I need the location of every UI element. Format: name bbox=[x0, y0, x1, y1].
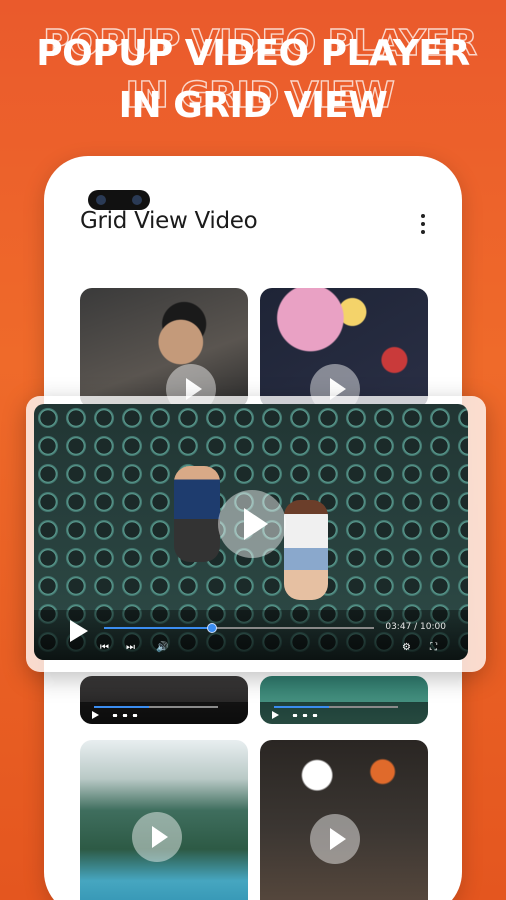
headline-text-2: IN GRID VIEW bbox=[118, 85, 388, 126]
video-thumbnail-mountain[interactable] bbox=[80, 740, 248, 900]
video-thumbnail-drink[interactable] bbox=[260, 288, 428, 408]
video-thumbnail-dark-scene[interactable] bbox=[80, 676, 248, 724]
play-icon[interactable] bbox=[92, 711, 99, 719]
headline-line-2: IN GRID VIEW IN GRID VIEW bbox=[0, 74, 506, 132]
video-thumbnail-portrait[interactable] bbox=[80, 288, 248, 408]
play-circle-icon[interactable] bbox=[218, 490, 286, 558]
page-title: Grid View Video bbox=[80, 208, 258, 234]
player-controls: 03:47 / 10:00 ⏮ ⏭ 🔊 ⚙ ⛶ bbox=[34, 610, 468, 660]
fullscreen-icon[interactable]: ⛶ bbox=[430, 642, 437, 654]
gear-icon[interactable]: ⚙ bbox=[402, 642, 411, 654]
popup-video-player[interactable]: 03:47 / 10:00 ⏮ ⏭ 🔊 ⚙ ⛶ bbox=[34, 404, 468, 660]
headline: POPUP VIDEO PLAYER POPUP VIDEO PLAYER IN… bbox=[0, 22, 506, 132]
seek-handle[interactable] bbox=[207, 623, 217, 633]
play-icon[interactable] bbox=[272, 711, 279, 719]
mini-player-controls bbox=[260, 702, 428, 724]
play-icon[interactable] bbox=[68, 620, 88, 642]
skip-previous-icon[interactable]: ⏮ bbox=[100, 642, 109, 654]
volume-icon[interactable]: 🔊 bbox=[156, 642, 168, 654]
video-thumbnail-basketball[interactable] bbox=[260, 740, 428, 900]
skip-next-icon[interactable]: ⏭ bbox=[126, 642, 135, 654]
video-thumbnail-green-scene[interactable] bbox=[260, 676, 428, 724]
play-circle-icon[interactable] bbox=[132, 812, 182, 862]
camera-notch bbox=[88, 190, 150, 210]
kebab-menu-icon[interactable] bbox=[418, 212, 428, 236]
play-circle-icon[interactable] bbox=[310, 814, 360, 864]
mini-player-controls bbox=[80, 702, 248, 724]
time-readout: 03:47 / 10:00 bbox=[385, 622, 446, 632]
seek-bar-progress bbox=[104, 627, 212, 629]
